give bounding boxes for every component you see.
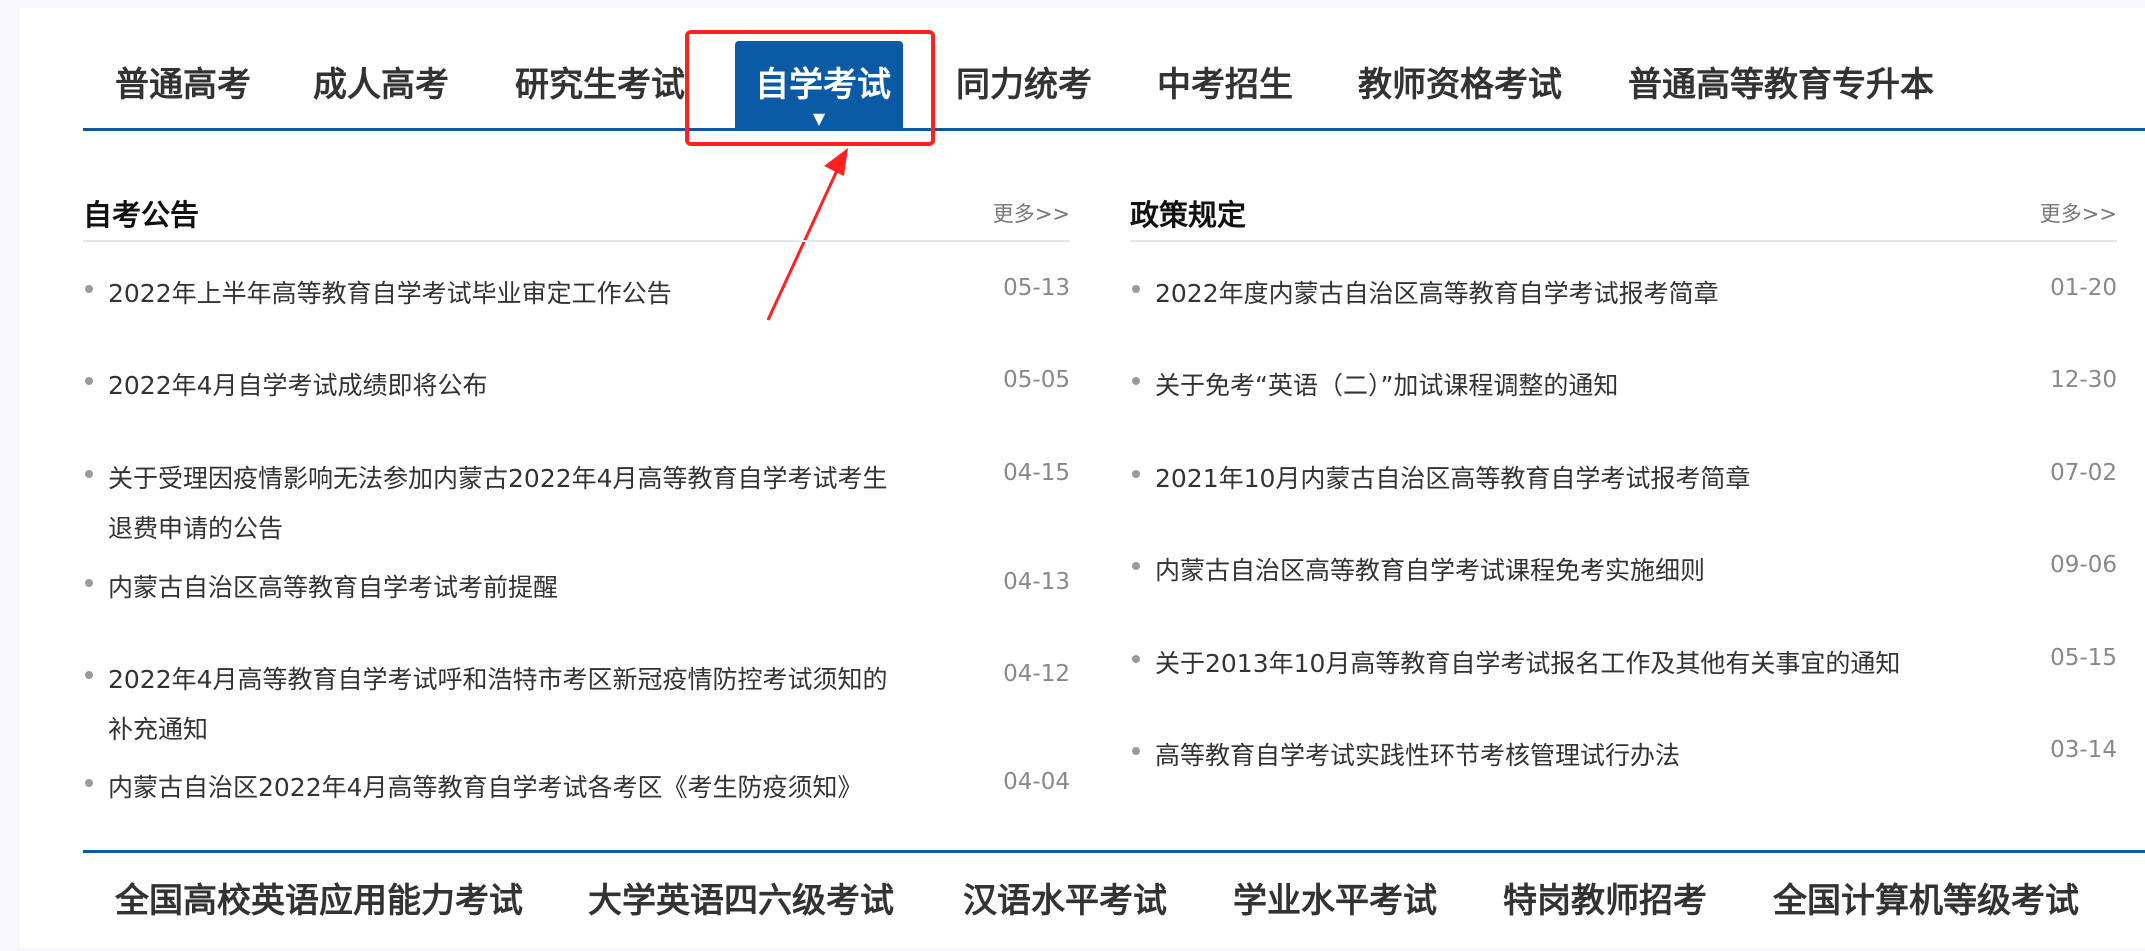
news-title-link[interactable]: 内蒙古自治区高等教育自学考试考前提醒 xyxy=(108,563,558,613)
page-container: 普通高考 成人高考 研究生考试 自学考试 ▼ 同力统考 中考招生 教师资格考试 … xyxy=(20,8,2145,948)
tab-self-study-exam[interactable]: 自学考试 ▼ xyxy=(735,41,903,129)
bullet-icon xyxy=(85,377,93,385)
tab-computer-rank-exam[interactable]: 全国计算机等级考试 xyxy=(1773,873,2079,922)
panel-header: 自考公告 更多>> xyxy=(83,178,1070,242)
tab-self-study-exam-label: 自学考试 xyxy=(755,65,891,105)
news-date: 05-05 xyxy=(1003,367,1070,393)
news-title-link[interactable]: 关于免考“英语（二）”加试课程调整的通知 xyxy=(1155,361,1618,411)
bullet-icon xyxy=(85,779,93,787)
news-title-link[interactable]: 内蒙古自治区高等教育自学考试课程免考实施细则 xyxy=(1155,546,1705,596)
panel-self-study-notices: 自考公告 更多>> 2022年上半年高等教育自学考试毕业审定工作公告 05-13… xyxy=(83,178,1070,802)
bullet-icon xyxy=(1132,470,1140,478)
tab-adult-gaokao[interactable]: 成人高考 xyxy=(313,41,449,129)
tab-tongli-exam[interactable]: 同力统考 xyxy=(956,41,1092,129)
bullet-icon xyxy=(85,285,93,293)
news-title-link[interactable]: 高等教育自学考试实践性环节考核管理试行办法 xyxy=(1155,731,1680,781)
bullet-icon xyxy=(1132,562,1140,570)
news-date: 04-04 xyxy=(1003,769,1070,795)
news-date: 04-13 xyxy=(1003,569,1070,595)
news-date: 04-12 xyxy=(1003,661,1070,687)
tab-regular-gaokao[interactable]: 普通高考 xyxy=(115,41,251,129)
tab-zhongkao-admission[interactable]: 中考招生 xyxy=(1157,41,1293,129)
tab-hsk-exam[interactable]: 汉语水平考试 xyxy=(963,873,1167,922)
bullet-icon xyxy=(1132,747,1140,755)
more-link[interactable]: 更多>> xyxy=(2040,198,2117,228)
news-date: 05-13 xyxy=(1003,275,1070,301)
news-title-link[interactable]: 关于2013年10月高等教育自学考试报名工作及其他有关事宜的通知 xyxy=(1155,639,1900,689)
tab-academic-level-exam[interactable]: 学业水平考试 xyxy=(1233,873,1437,922)
exam-category-tabs-secondary: 全国高校英语应用能力考试 大学英语四六级考试 汉语水平考试 学业水平考试 特岗教… xyxy=(83,850,2145,951)
news-title-link[interactable]: 2021年10月内蒙古自治区高等教育自学考试报考简章 xyxy=(1155,454,1750,504)
bullet-icon xyxy=(85,470,93,478)
bullet-icon xyxy=(1132,655,1140,663)
news-title-link[interactable]: 关于受理因疫情影响无法参加内蒙古2022年4月高等教育自学考试考生退费申请的公告 xyxy=(108,454,888,554)
news-date: 12-30 xyxy=(2050,367,2117,393)
tab-postgraduate-exam[interactable]: 研究生考试 xyxy=(515,41,685,129)
panel-title: 自考公告 xyxy=(83,198,200,232)
news-title-link[interactable]: 2022年4月自学考试成绩即将公布 xyxy=(108,361,488,411)
panel-title: 政策规定 xyxy=(1130,198,1247,232)
news-title-link[interactable]: 内蒙古自治区2022年4月高等教育自学考试各考区《考生防疫须知》 xyxy=(108,763,863,813)
bullet-icon xyxy=(85,579,93,587)
panel-header: 政策规定 更多>> xyxy=(1130,178,2117,242)
news-date: 07-02 xyxy=(2050,460,2117,486)
news-date: 03-14 xyxy=(2050,737,2117,763)
news-title-link[interactable]: 2022年4月高等教育自学考试呼和浩特市考区新冠疫情防控考试须知的补充通知 xyxy=(108,655,888,755)
tab-upgrade-to-bachelor[interactable]: 普通高等教育专升本 xyxy=(1628,41,1934,129)
bullet-icon xyxy=(1132,377,1140,385)
news-title-link[interactable]: 2022年上半年高等教育自学考试毕业审定工作公告 xyxy=(108,269,672,319)
more-link[interactable]: 更多>> xyxy=(993,198,1070,228)
news-date: 09-06 xyxy=(2050,552,2117,578)
tab-teacher-qualification[interactable]: 教师资格考试 xyxy=(1358,41,1562,129)
caret-down-icon: ▼ xyxy=(812,109,826,128)
news-date: 04-15 xyxy=(1003,460,1070,486)
panel-policy-regulations: 政策规定 更多>> 2022年度内蒙古自治区高等教育自学考试报考简章 01-20… xyxy=(1130,178,2117,770)
tab-cet-exam[interactable]: 大学英语四六级考试 xyxy=(588,873,894,922)
exam-category-tabs: 普通高考 成人高考 研究生考试 自学考试 ▼ 同力统考 中考招生 教师资格考试 … xyxy=(83,8,2145,131)
news-date: 05-15 xyxy=(2050,645,2117,671)
news-title-link[interactable]: 2022年度内蒙古自治区高等教育自学考试报考简章 xyxy=(1155,269,1719,319)
bullet-icon xyxy=(1132,285,1140,293)
tab-english-application-exam[interactable]: 全国高校英语应用能力考试 xyxy=(115,873,523,922)
tab-special-post-teacher-exam[interactable]: 特岗教师招考 xyxy=(1503,873,1707,922)
bullet-icon xyxy=(85,671,93,679)
news-date: 01-20 xyxy=(2050,275,2117,301)
